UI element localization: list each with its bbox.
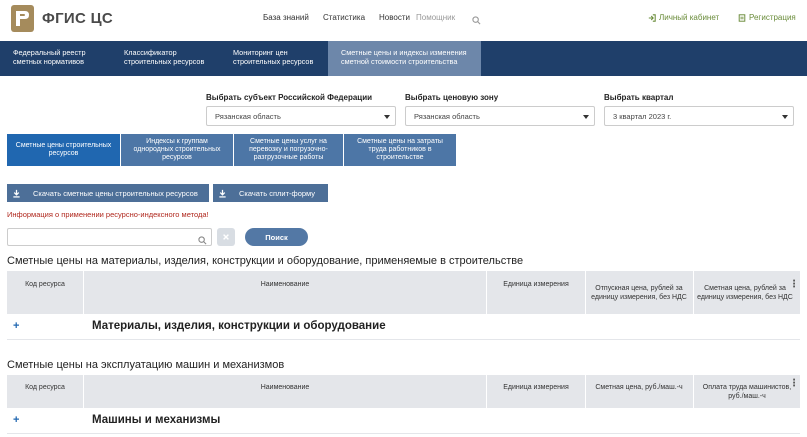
machines-table-header: Код ресурса Наименование Единица измерен… bbox=[7, 375, 800, 408]
download-icon bbox=[7, 184, 25, 202]
quarter-select[interactable]: 3 квартал 2023 г. bbox=[604, 106, 794, 126]
col-name[interactable]: Наименование bbox=[84, 375, 486, 400]
main-nav: Федеральный реестр сметных нормативов Кл… bbox=[0, 41, 807, 76]
search-input[interactable] bbox=[7, 228, 212, 246]
col-resource-code[interactable]: Код ресурса bbox=[7, 271, 83, 298]
machines-group-label: Машины и механизмы bbox=[92, 414, 221, 426]
subject-select-value: Рязанская область bbox=[215, 112, 281, 121]
column-divider bbox=[693, 375, 694, 408]
logo-icon bbox=[11, 5, 34, 32]
zone-select-label: Выбрать ценовую зону bbox=[405, 93, 499, 102]
register-icon bbox=[738, 13, 746, 22]
chevron-down-icon bbox=[782, 115, 788, 119]
nav-price-monitoring-label: Мониторинг цен строительных ресурсов bbox=[233, 48, 314, 66]
expand-icon[interactable]: + bbox=[13, 414, 19, 426]
search-icon[interactable] bbox=[472, 12, 481, 30]
col-estimated-price[interactable]: Сметная цена, рублей за единицу измерени… bbox=[697, 271, 793, 314]
cabinet-label: Личный кабинет bbox=[659, 13, 720, 22]
close-icon bbox=[223, 234, 229, 240]
expand-icon[interactable]: + bbox=[13, 320, 19, 332]
nav-estimated-prices-label: Сметные цены и индексы изменения сметной… bbox=[341, 48, 467, 66]
register-label: Регистрация bbox=[749, 13, 796, 22]
col-name[interactable]: Наименование bbox=[84, 271, 486, 298]
tab-transport-prices[interactable]: Сметные цены услуг на перевозку и погруз… bbox=[234, 134, 343, 166]
nav-resource-classifier-label: Классификатор строительных ресурсов bbox=[124, 48, 205, 66]
machines-section-title: Сметные цены на эксплуатацию машин и мех… bbox=[7, 359, 285, 371]
nav-federal-registry-label: Федеральный реестр сметных нормативов bbox=[13, 48, 86, 66]
machines-group-row[interactable]: + Машины и механизмы bbox=[7, 408, 800, 434]
more-vertical-icon[interactable]: ⋮ bbox=[789, 378, 799, 389]
register-link[interactable]: Регистрация bbox=[738, 13, 796, 22]
download-icon bbox=[213, 184, 231, 202]
materials-group-row[interactable]: + Материалы, изделия, конструкции и обор… bbox=[7, 314, 800, 340]
chevron-down-icon bbox=[583, 115, 589, 119]
tab-resource-prices[interactable]: Сметные цены строительных ресурсов bbox=[7, 134, 120, 166]
column-divider bbox=[585, 375, 586, 408]
clear-button[interactable] bbox=[217, 228, 235, 246]
tab-labor-prices[interactable]: Сметные цены на затраты труда работников… bbox=[344, 134, 456, 166]
download-split-label: Скачать сплит-форму bbox=[239, 188, 316, 198]
column-divider bbox=[585, 271, 586, 314]
materials-table-header: Код ресурса Наименование Единица измерен… bbox=[7, 271, 800, 314]
column-divider bbox=[693, 271, 694, 314]
tab-labor-prices-label: Сметные цены на затраты труда работников… bbox=[357, 138, 443, 161]
tab-resource-prices-label: Сметные цены строительных ресурсов bbox=[15, 142, 112, 157]
col-resource-code[interactable]: Код ресурса bbox=[7, 375, 83, 400]
zone-select[interactable]: Рязанская область bbox=[405, 106, 595, 126]
tab-transport-prices-label: Сметные цены услуг на перевозку и погруз… bbox=[249, 138, 328, 161]
nav-federal-registry[interactable]: Федеральный реестр сметных нормативов bbox=[13, 41, 113, 76]
search-button[interactable]: Поиск bbox=[245, 228, 308, 246]
col-machine-price[interactable]: Сметная цена, руб./маш.-ч bbox=[591, 375, 687, 400]
col-unit[interactable]: Единица измерения bbox=[487, 375, 585, 400]
chevron-down-icon bbox=[384, 115, 390, 119]
search-icon bbox=[198, 232, 207, 250]
zone-select-value: Рязанская область bbox=[414, 112, 480, 121]
col-release-price[interactable]: Отпускная цена, рублей за единицу измере… bbox=[591, 271, 687, 314]
nav-knowledge-base[interactable]: База знаний bbox=[263, 13, 309, 22]
nav-resource-classifier[interactable]: Классификатор строительных ресурсов bbox=[124, 41, 224, 76]
col-unit[interactable]: Единица измерения bbox=[487, 271, 585, 298]
download-prices-button[interactable]: Скачать сметные цены строительных ресурс… bbox=[7, 184, 209, 202]
nav-news[interactable]: Новости bbox=[379, 13, 410, 22]
nav-statistics[interactable]: Статистика bbox=[323, 13, 365, 22]
quarter-select-value: 3 квартал 2023 г. bbox=[613, 112, 672, 121]
site-header: ФГИС ЦС База знаний Статистика Новости П… bbox=[0, 0, 807, 41]
login-icon bbox=[648, 13, 656, 22]
col-operator-pay[interactable]: Оплата труда машинистов, руб./маш.-ч bbox=[697, 375, 797, 408]
download-prices-label: Скачать сметные цены строительных ресурс… bbox=[33, 188, 198, 198]
tab-group-indexes-label: Индексы к группам однородных строительны… bbox=[133, 138, 221, 161]
subject-select-label: Выбрать субъект Российской Федерации bbox=[206, 93, 373, 102]
download-split-button[interactable]: Скачать сплит-форму bbox=[213, 184, 328, 202]
info-link[interactable]: Информация о применении ресурсно-индексн… bbox=[7, 210, 209, 219]
logo-text: ФГИС ЦС bbox=[42, 10, 113, 27]
materials-group-label: Материалы, изделия, конструкции и оборуд… bbox=[92, 320, 386, 332]
nav-price-monitoring[interactable]: Мониторинг цен строительных ресурсов bbox=[233, 41, 323, 76]
nav-estimated-prices[interactable]: Сметные цены и индексы изменения сметной… bbox=[328, 41, 481, 76]
materials-section-title: Сметные цены на материалы, изделия, конс… bbox=[7, 255, 524, 267]
nav-helper[interactable]: Помощник bbox=[416, 13, 455, 22]
subject-select[interactable]: Рязанская область bbox=[206, 106, 396, 126]
more-vertical-icon[interactable]: ⋮ bbox=[789, 279, 799, 290]
tab-group-indexes[interactable]: Индексы к группам однородных строительны… bbox=[121, 134, 233, 166]
logo[interactable]: ФГИС ЦС bbox=[11, 5, 113, 32]
quarter-select-label: Выбрать квартал bbox=[604, 93, 674, 102]
cabinet-link[interactable]: Личный кабинет bbox=[648, 13, 719, 22]
